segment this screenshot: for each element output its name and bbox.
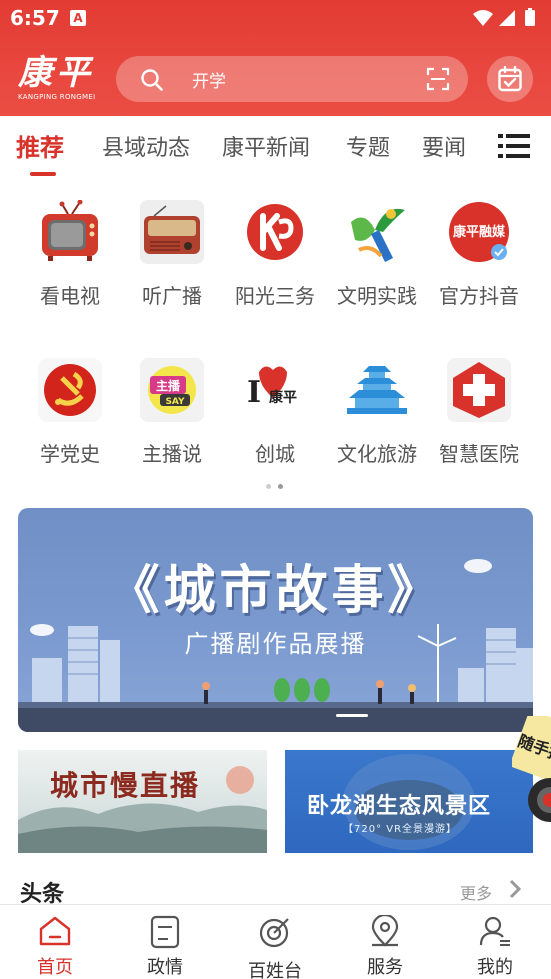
say-icon-text: SAY <box>165 397 185 407</box>
love-kangping-text: 康平 <box>269 389 297 406</box>
calendar-button[interactable] <box>487 56 533 102</box>
tab-active-indicator <box>30 172 56 176</box>
bottom-navigation: 首页 政情 百姓台 服务 我的 <box>0 904 551 979</box>
map-pin-icon <box>371 915 399 947</box>
douyin-title-text: 康平融媒 <box>453 224 506 240</box>
banner-title: 《城市故事》 <box>107 561 444 621</box>
civilization-icon <box>351 208 405 262</box>
search-icon <box>141 69 163 91</box>
feature-grid: 看电视 听广播 阳光三务 文明实践 康平融媒 官方抖音 学党史 主播 SAY 主… <box>0 180 551 498</box>
anchor-icon-text: 主播 <box>156 378 181 393</box>
tab-county-news[interactable]: 县域动态 <box>102 130 190 162</box>
grid-item-label: 听广播 <box>142 284 202 308</box>
i-love-kangping-icon: I 康平 <box>247 366 297 410</box>
hospital-cross-icon <box>447 358 511 422</box>
grid-item-douyin[interactable]: 康平融媒 官方抖音 <box>427 180 531 308</box>
grid-item-label: 学党史 <box>40 442 100 466</box>
header: 6:57 A 康平 KANGPING RONGMEI 开学 <box>0 0 551 116</box>
nav-services[interactable]: 服务 <box>330 905 440 979</box>
scan-icon[interactable] <box>426 67 450 91</box>
anchor-say-icon: 主播 SAY <box>140 358 204 422</box>
hero-banner[interactable]: 《城市故事》 广播剧作品展播 <box>18 508 533 732</box>
tab-recommend[interactable]: 推荐 <box>16 128 64 163</box>
grid-item-anchor[interactable]: 主播 SAY 主播说 <box>120 338 224 466</box>
grid-item-label: 看电视 <box>40 284 100 308</box>
tab-headlines[interactable]: 要闻 <box>422 130 466 162</box>
grid-item-label: 文明实践 <box>337 284 417 308</box>
status-time: 6:57 <box>10 6 60 30</box>
nav-profile-label: 我的 <box>477 957 513 978</box>
notification-icon: A <box>70 10 86 26</box>
tab-kangping-news[interactable]: 康平新闻 <box>222 130 310 162</box>
target-icon <box>259 918 289 948</box>
tab-topics[interactable]: 专题 <box>346 130 390 162</box>
grid-item-civilization[interactable]: 文明实践 <box>325 180 429 308</box>
grid-item-tv[interactable]: 看电视 <box>18 180 122 308</box>
nav-profile[interactable]: 我的 <box>440 905 550 979</box>
system-status-icons <box>473 8 535 26</box>
logo-subtext: KANGPING RONGMEI <box>18 93 96 101</box>
radio-icon <box>140 200 204 264</box>
page-dot <box>266 484 271 489</box>
tv-icon <box>42 200 98 261</box>
nav-home-label: 首页 <box>37 957 73 978</box>
category-tabs: 推荐 县域动态 康平新闻 专题 要闻 <box>0 116 551 180</box>
user-icon <box>479 916 510 946</box>
party-icon <box>38 358 102 422</box>
app-logo: 康平 KANGPING RONGMEI <box>18 54 98 106</box>
snapshot-floating-button[interactable]: 随手拍 <box>512 716 551 826</box>
chevron-right-icon[interactable] <box>508 879 522 899</box>
grid-item-party-history[interactable]: 学党史 <box>18 338 122 466</box>
grid-item-culture-tourism[interactable]: 文化旅游 <box>325 338 429 466</box>
grid-item-label: 智慧医院 <box>439 442 519 466</box>
grid-item-label: 官方抖音 <box>439 284 519 308</box>
search-bar[interactable]: 开学 <box>116 56 468 102</box>
grid-item-smart-hospital[interactable]: 智慧医院 <box>427 338 531 466</box>
home-icon <box>39 916 71 946</box>
grid-item-label: 文化旅游 <box>337 442 417 466</box>
wolong-lake-title: 卧龙湖生态风景区 <box>307 794 492 819</box>
grid-item-radio[interactable]: 听广播 <box>120 180 224 308</box>
banner-subtitle: 广播剧作品展播 <box>184 630 367 658</box>
more-link[interactable]: 更多 <box>460 880 492 904</box>
calendar-check-icon <box>498 66 522 92</box>
banner-slide-indicator <box>336 714 368 717</box>
grid-item-sunshine[interactable]: 阳光三务 <box>223 180 327 308</box>
app-screen: 6:57 A 康平 KANGPING RONGMEI 开学 推荐 县域动态 康平… <box>0 0 551 979</box>
search-placeholder: 开学 <box>192 72 226 92</box>
nav-government-label: 政情 <box>147 957 183 978</box>
nav-public-label: 百姓台 <box>248 961 302 979</box>
douyin-icon: 康平融媒 <box>449 202 509 262</box>
slow-live-title: 城市慢直播 <box>50 769 201 802</box>
pagoda-icon <box>347 366 407 414</box>
grid-item-label: 阳光三务 <box>235 284 315 308</box>
grid-page-indicator <box>264 484 288 490</box>
status-bar: 6:57 A <box>0 0 551 36</box>
nav-public[interactable]: 百姓台 <box>220 905 330 979</box>
grid-item-civilized-city[interactable]: I 康平 创城 <box>223 338 327 466</box>
grid-item-label: 主播说 <box>142 442 202 466</box>
list-menu-icon[interactable] <box>498 132 530 160</box>
nav-government[interactable]: 政情 <box>110 905 220 979</box>
slow-live-banner[interactable]: 城市慢直播 <box>18 750 267 853</box>
nav-services-label: 服务 <box>367 957 403 978</box>
wolong-lake-subtitle: 【720° VR全景漫游】 <box>343 824 458 835</box>
logo-text: 康平 <box>18 53 94 93</box>
wolong-lake-banner[interactable]: 卧龙湖生态风景区 【720° VR全景漫游】 <box>285 750 533 853</box>
grid-item-label: 创城 <box>255 442 295 466</box>
love-i-text: I <box>247 375 261 410</box>
document-icon <box>150 915 180 949</box>
page-dot-active <box>278 484 283 489</box>
nav-home[interactable]: 首页 <box>0 905 110 979</box>
kp-logo-icon <box>247 204 303 260</box>
